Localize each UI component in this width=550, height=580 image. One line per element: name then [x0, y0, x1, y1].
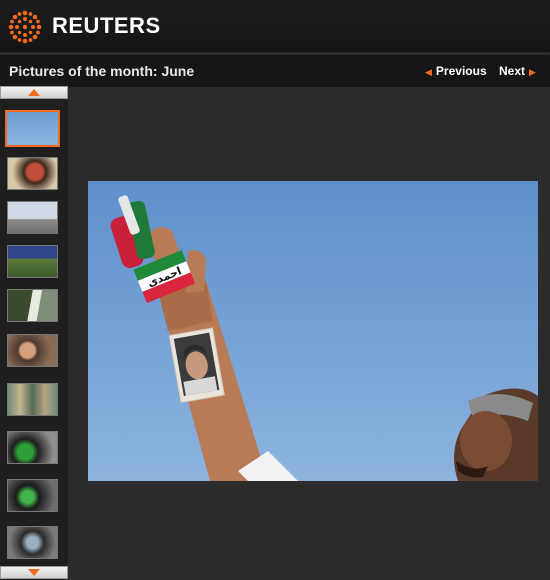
- previous-button[interactable]: ◀ Previous: [425, 64, 487, 78]
- brand-name[interactable]: REUTERS: [52, 13, 161, 39]
- thumbnail[interactable]: [7, 479, 58, 512]
- main-photo[interactable]: احمدی: [88, 181, 538, 481]
- triangle-up-icon: [28, 89, 40, 96]
- thumbnail-selected[interactable]: [5, 110, 60, 147]
- next-label: Next: [499, 64, 526, 78]
- scroll-up-button[interactable]: [0, 86, 68, 99]
- site-header: REUTERS: [0, 0, 550, 52]
- thumbnail[interactable]: [7, 431, 58, 464]
- gallery-title: Pictures of the month: June: [9, 63, 195, 79]
- thumbnail[interactable]: [7, 157, 58, 190]
- gallery-titlebar: Pictures of the month: June ◀ Previous Ne…: [0, 54, 550, 87]
- triangle-down-icon: [28, 569, 40, 576]
- thumbnail[interactable]: [7, 334, 58, 367]
- thumbnail[interactable]: [7, 526, 58, 559]
- previous-label: Previous: [435, 64, 487, 78]
- thumbnail-strip: [0, 86, 68, 580]
- next-button[interactable]: Next ▶: [499, 64, 536, 78]
- thumbnail[interactable]: [7, 201, 58, 234]
- thumbnail[interactable]: [7, 245, 58, 278]
- reuters-dot-logo-icon[interactable]: [7, 9, 43, 45]
- arrow-right-icon: ▶: [529, 67, 536, 77]
- thumbnail[interactable]: [7, 289, 58, 322]
- scroll-down-button[interactable]: [0, 566, 68, 579]
- thumbnail[interactable]: [7, 383, 58, 416]
- arrow-left-icon: ◀: [425, 67, 432, 77]
- photo-illustration: احمدی: [88, 181, 538, 481]
